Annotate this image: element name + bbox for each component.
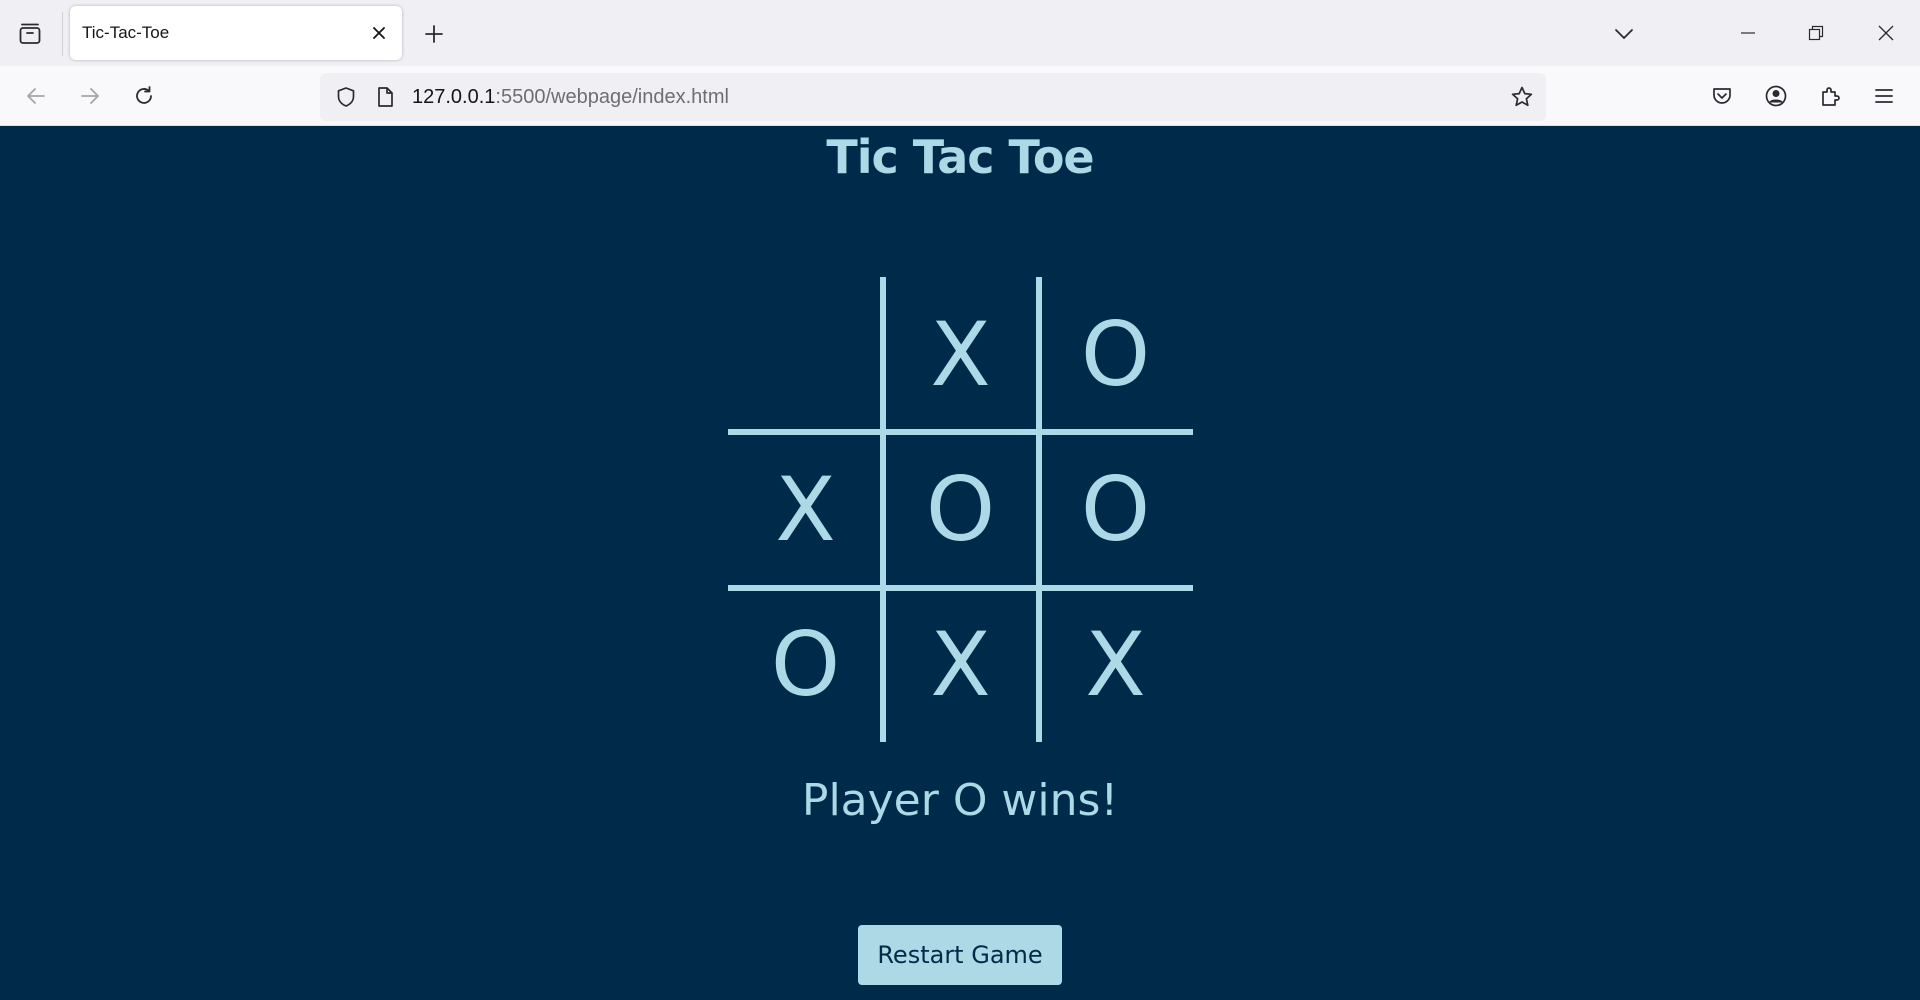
board-cell[interactable]: X [883, 587, 1038, 742]
url-bar[interactable]: 127.0.0.1:5500/webpage/index.html [320, 73, 1546, 121]
minimize-icon[interactable] [1720, 8, 1776, 58]
restore-icon[interactable] [1788, 8, 1844, 58]
game-board: X O X O O O X X [728, 277, 1193, 742]
arrow-left-icon[interactable] [16, 76, 56, 116]
plus-icon[interactable] [414, 14, 454, 54]
grid-line [880, 277, 886, 742]
board-cell[interactable]: X [728, 432, 883, 587]
board-cell[interactable]: O [728, 587, 883, 742]
grid-line [728, 429, 1193, 435]
page-content: Tic Tac Toe X O X O O O X X Player O win… [0, 127, 1920, 1000]
close-icon[interactable] [1858, 8, 1914, 58]
close-icon[interactable] [364, 18, 394, 48]
game-status: Player O wins! [801, 775, 1119, 826]
board-cell[interactable]: O [1038, 432, 1193, 587]
star-icon[interactable] [1506, 81, 1538, 113]
tab-title: Tic-Tac-Toe [82, 23, 170, 42]
url-host: 127.0.0.1 [412, 86, 496, 108]
board-cell[interactable]: X [883, 277, 1038, 432]
url-path: :5500/webpage/index.html [495, 86, 729, 108]
board-cell[interactable]: X [1038, 587, 1193, 742]
browser-tab-bar: Tic-Tac-Toe [0, 0, 1920, 66]
browser-tab-active[interactable]: Tic-Tac-Toe [70, 6, 402, 60]
board-cell[interactable]: O [883, 432, 1038, 587]
page-title: Tic Tac Toe [826, 130, 1094, 184]
url-text[interactable]: 127.0.0.1:5500/webpage/index.html [412, 86, 729, 109]
tab-list-icon[interactable] [10, 14, 50, 54]
account-icon[interactable] [1756, 76, 1796, 116]
shield-icon[interactable] [330, 81, 362, 113]
chevron-down-icon[interactable] [1604, 14, 1644, 54]
puzzle-icon[interactable] [1810, 76, 1850, 116]
board-cell[interactable] [728, 277, 883, 432]
pocket-icon[interactable] [1702, 76, 1742, 116]
restart-button[interactable]: Restart Game [858, 925, 1062, 985]
hamburger-menu-icon[interactable] [1864, 76, 1904, 116]
tab-separator [62, 12, 63, 56]
grid-line [1036, 277, 1042, 742]
grid-line [728, 585, 1193, 591]
browser-nav-bar: 127.0.0.1:5500/webpage/index.html [0, 66, 1920, 126]
arrow-right-icon[interactable] [70, 76, 110, 116]
board-cell[interactable]: O [1038, 277, 1193, 432]
reload-icon[interactable] [124, 76, 164, 116]
page-icon[interactable] [370, 81, 400, 113]
